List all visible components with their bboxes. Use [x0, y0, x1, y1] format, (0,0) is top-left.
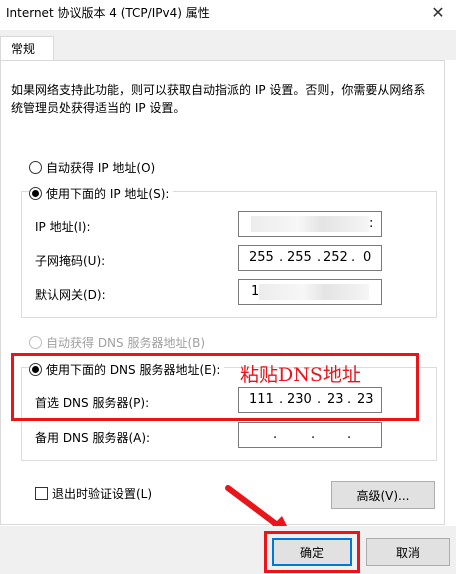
dot: . — [279, 250, 284, 265]
dot: . — [311, 427, 316, 442]
advanced-button[interactable]: 高级(V)... — [331, 481, 435, 509]
dns-auto-radio — [29, 336, 42, 349]
dns-auto-option: 自动获得 DNS 服务器地址(B) — [29, 334, 205, 351]
validate-option[interactable]: 退出时验证设置(L) — [35, 485, 152, 502]
alternate-dns-label: 备用 DNS 服务器(A): — [35, 431, 151, 445]
ip-manual-option[interactable]: 使用下面的 IP 地址(S): — [29, 185, 174, 202]
close-icon[interactable]: ✕ — [428, 3, 448, 23]
validate-label: 退出时验证设置(L) — [52, 487, 153, 501]
window-title: Internet 协议版本 4 (TCP/IPv4) 属性 — [6, 6, 210, 20]
ip-auto-label: 自动获得 IP 地址(O) — [46, 161, 156, 175]
subnet-mask-label: 子网掩码(U): — [35, 254, 106, 268]
highlight-box-ok — [264, 531, 360, 573]
dot: . — [273, 427, 278, 442]
dot: . — [351, 250, 356, 265]
tab-strip: 常规 — [0, 30, 456, 61]
dot: . — [347, 427, 352, 442]
ip-auto-option[interactable]: 自动获得 IP 地址(O) — [29, 159, 155, 176]
ip-manual-label: 使用下面的 IP 地址(S): — [46, 187, 170, 201]
subnet-octet-3: 252 — [323, 250, 348, 265]
ip-auto-radio[interactable] — [29, 161, 42, 174]
general-panel: 如果网络支持此功能，则可以获取自动指派的 IP 设置。否则，你需要从网络系统管理… — [0, 60, 445, 525]
dot: . — [317, 250, 322, 265]
annotation-text: 粘贴DNS地址 — [240, 364, 361, 386]
ip-manual-radio[interactable] — [29, 187, 42, 200]
dns-auto-label: 自动获得 DNS 服务器地址(B) — [46, 336, 206, 350]
subnet-mask-input[interactable]: 255 . 255 . 252 . 0 — [238, 245, 382, 271]
subnet-octet-2: 255 — [287, 250, 312, 265]
redacted-value — [259, 284, 369, 300]
alternate-dns-input[interactable]: . . . — [238, 422, 382, 448]
ip-address-input[interactable]: : — [238, 211, 382, 237]
subnet-octet-1: 255 — [249, 250, 274, 265]
redacted-value — [251, 216, 369, 232]
subnet-octet-4: 0 — [363, 250, 372, 265]
ip-address-visible-char: : — [369, 216, 374, 231]
gateway-input[interactable]: 1 — [238, 279, 382, 305]
cancel-button[interactable]: 取消 — [366, 538, 450, 566]
validate-checkbox[interactable] — [35, 487, 48, 500]
title-bar: Internet 协议版本 4 (TCP/IPv4) 属性 ✕ — [0, 0, 456, 30]
ip-address-label: IP 地址(I): — [35, 220, 91, 234]
gateway-label: 默认网关(D): — [35, 288, 106, 302]
intro-text: 如果网络支持此功能，则可以获取自动指派的 IP 设置。否则，你需要从网络系统管理… — [11, 83, 426, 115]
tab-general[interactable]: 常规 — [0, 36, 54, 61]
